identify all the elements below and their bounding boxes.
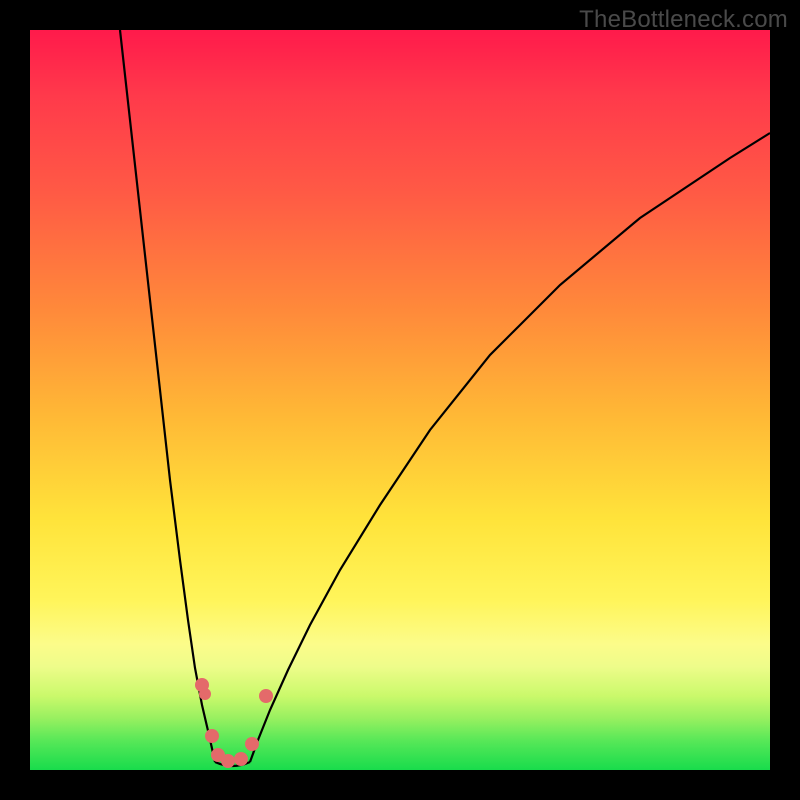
bottleneck-curve bbox=[30, 30, 770, 770]
valley-marker-dot bbox=[199, 688, 211, 700]
valley-marker-dot bbox=[245, 737, 259, 751]
gradient-plot-area bbox=[30, 30, 770, 770]
valley-marker-dot bbox=[234, 752, 248, 766]
valley-marker-dot bbox=[259, 689, 273, 703]
watermark-text: TheBottleneck.com bbox=[579, 6, 788, 34]
outer-frame: TheBottleneck.com bbox=[0, 0, 800, 800]
valley-marker-dot bbox=[221, 754, 235, 768]
curve-left-branch bbox=[120, 30, 215, 762]
curve-right-branch bbox=[250, 133, 770, 762]
valley-marker-dot bbox=[205, 729, 219, 743]
